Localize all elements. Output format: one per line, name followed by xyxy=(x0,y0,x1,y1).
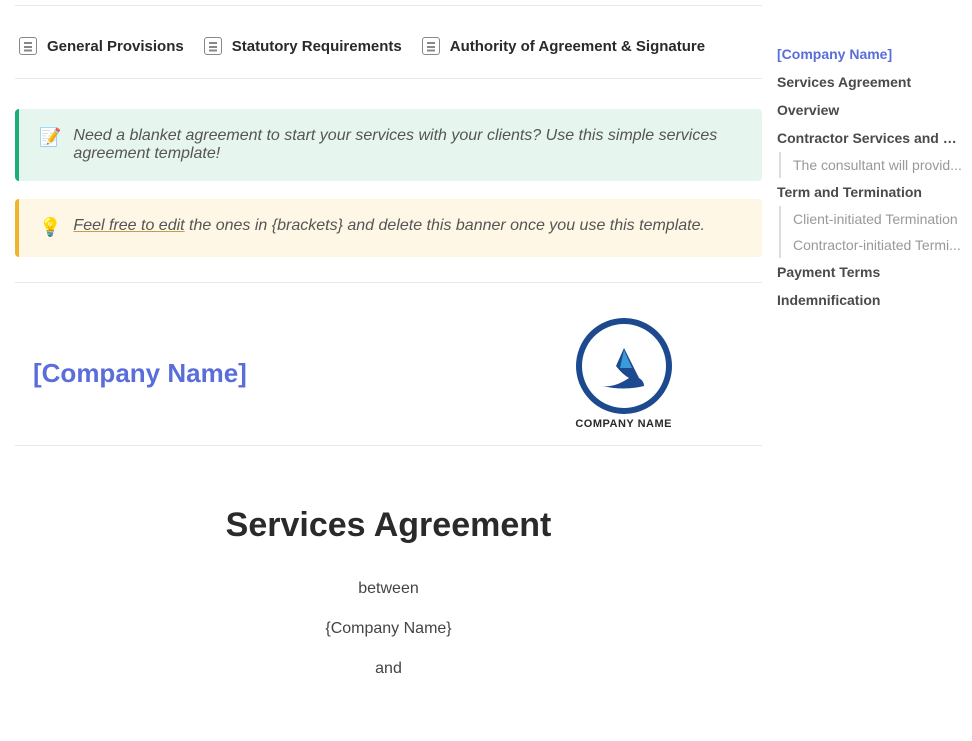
doc-link-label: Authority of Agreement & Signature xyxy=(450,38,705,55)
toc-item-indemnification[interactable]: Indemnification xyxy=(777,286,964,314)
toc-item-term-termination[interactable]: Term and Termination xyxy=(777,178,964,206)
document-icon xyxy=(204,37,222,55)
toc-item-consultant-provide[interactable]: The consultant will provid... xyxy=(779,152,964,178)
bulb-icon: 💡 xyxy=(39,217,61,239)
document-icon xyxy=(422,37,440,55)
toc-item-services-agreement[interactable]: Services Agreement xyxy=(777,68,964,96)
doc-link-label: General Provisions xyxy=(47,38,184,55)
callout-text: Feel free to edit the ones in {brackets}… xyxy=(73,217,705,235)
divider xyxy=(15,5,762,6)
toc-item-company-name[interactable]: [Company Name] xyxy=(777,40,964,68)
main-content: General Provisions Statutory Requirement… xyxy=(0,0,777,741)
logo-block: COMPANY NAME xyxy=(575,318,762,430)
toc-item-payment-terms[interactable]: Payment Terms xyxy=(777,258,964,286)
doc-link-statutory-requirements[interactable]: Statutory Requirements xyxy=(204,37,402,55)
logo-circle xyxy=(576,318,672,414)
doc-links-row: General Provisions Statutory Requirement… xyxy=(15,21,762,73)
doc-link-label: Statutory Requirements xyxy=(232,38,402,55)
body-between[interactable]: between xyxy=(15,580,762,598)
logo-swoosh-icon xyxy=(594,336,654,396)
divider xyxy=(15,282,762,283)
toc-sidebar: [Company Name] Services Agreement Overvi… xyxy=(777,0,972,741)
document-title[interactable]: Services Agreement xyxy=(15,506,762,545)
callout-edit-hint[interactable]: 💡 Feel free to edit the ones in {bracket… xyxy=(15,199,762,257)
header-row: [Company Name] COMPANY NAME xyxy=(15,318,762,430)
toc-item-contractor-termination[interactable]: Contractor-initiated Termi... xyxy=(779,232,964,258)
divider xyxy=(15,445,762,446)
company-name-placeholder[interactable]: [Company Name] xyxy=(15,358,247,389)
callout-text: Need a blanket agreement to start your s… xyxy=(73,127,742,163)
doc-link-authority[interactable]: Authority of Agreement & Signature xyxy=(422,37,705,55)
body-company[interactable]: {Company Name} xyxy=(15,620,762,638)
divider xyxy=(15,78,762,79)
toc-item-client-termination[interactable]: Client-initiated Termination xyxy=(779,206,964,232)
document-icon xyxy=(19,37,37,55)
logo-text: COMPANY NAME xyxy=(575,418,672,430)
callout-rest: the ones in {brackets} and delete this b… xyxy=(185,217,705,234)
toc-list: [Company Name] Services Agreement Overvi… xyxy=(777,40,964,314)
callout-underline: Feel free to edit xyxy=(73,217,184,234)
toc-item-contractor-services[interactable]: Contractor Services and Re... xyxy=(777,124,964,152)
body-and[interactable]: and xyxy=(15,660,762,678)
callout-intro[interactable]: 📝 Need a blanket agreement to start your… xyxy=(15,109,762,181)
memo-icon: 📝 xyxy=(39,127,61,149)
toc-item-overview[interactable]: Overview xyxy=(777,96,964,124)
doc-link-general-provisions[interactable]: General Provisions xyxy=(19,37,184,55)
